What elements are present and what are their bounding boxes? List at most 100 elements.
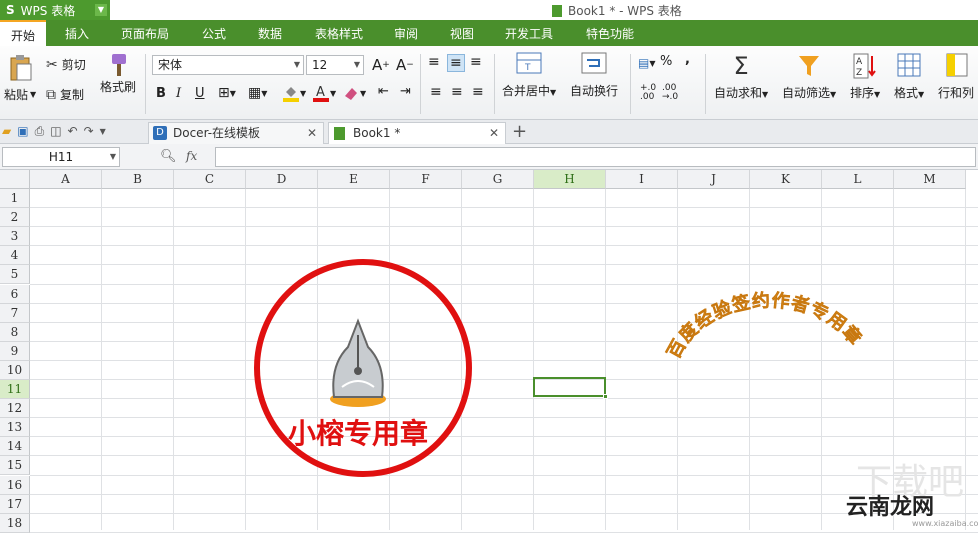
chevron-down-icon[interactable]: ▼ <box>95 4 107 16</box>
column-header-k[interactable]: K <box>750 170 822 189</box>
cut-button[interactable]: ✂ 剪切 <box>46 56 86 73</box>
row-header-11[interactable]: 11 <box>0 380 30 399</box>
increase-decimal-button[interactable]: +.0.00 <box>640 84 656 102</box>
tab-insert[interactable]: 插入 <box>52 20 102 46</box>
currency-button[interactable]: ▤ ▼ <box>638 56 656 70</box>
search-icon[interactable]: 🔍︎ <box>160 149 177 164</box>
undo-icon[interactable]: ↶ <box>68 124 78 139</box>
comma-style-button[interactable]: , <box>685 52 690 67</box>
clear-format-button[interactable]: ▼ <box>342 84 366 102</box>
autofilter-button[interactable]: 自动筛选▼ <box>782 52 836 101</box>
font-color-button[interactable]: A ▼ <box>312 84 336 102</box>
customize-chevron-icon[interactable]: ▼ <box>100 127 106 139</box>
redo-icon[interactable]: ↷ <box>84 124 94 139</box>
align-right-button[interactable]: ≡ <box>472 84 484 100</box>
row-header-8[interactable]: 8 <box>0 322 30 342</box>
close-icon[interactable]: ✕ <box>489 123 499 143</box>
copy-button[interactable]: ⧉ 复制 <box>46 86 84 103</box>
tab-docer[interactable]: D Docer-在线模板 ✕ <box>148 122 324 144</box>
row-header-1[interactable]: 1 <box>0 189 30 208</box>
tab-book1[interactable]: Book1 * ✕ <box>328 122 506 144</box>
merge-center-button[interactable]: T 合并居中▼ <box>502 52 556 99</box>
decrease-font-button[interactable]: A − <box>396 56 414 74</box>
row-header-9[interactable]: 9 <box>0 341 30 361</box>
row-header-14[interactable]: 14 <box>0 437 30 457</box>
percent-button[interactable]: % <box>660 54 672 69</box>
row-header-7[interactable]: 7 <box>0 303 30 323</box>
row-header-13[interactable]: 13 <box>0 418 30 438</box>
column-header-g[interactable]: G <box>462 170 534 189</box>
align-top-button[interactable]: ≡ <box>428 54 440 70</box>
row-header-17[interactable]: 17 <box>0 494 30 514</box>
fx-icon[interactable]: fx <box>186 149 197 163</box>
row-header-12[interactable]: 12 <box>0 399 30 419</box>
cell-style-button[interactable]: ▦ ▼ <box>248 85 267 101</box>
paste-button[interactable] <box>8 54 34 82</box>
tab-start[interactable]: 开始 <box>0 20 46 46</box>
row-header-10[interactable]: 10 <box>0 360 30 380</box>
tab-review[interactable]: 审阅 <box>382 20 430 46</box>
underline-button[interactable]: U <box>195 86 205 101</box>
row-header-6[interactable]: 6 <box>0 284 30 304</box>
column-header-e[interactable]: E <box>318 170 390 189</box>
tab-features[interactable]: 特色功能 <box>576 20 644 46</box>
tab-page-layout[interactable]: 页面布局 <box>112 20 178 46</box>
new-tab-plus-icon[interactable]: + <box>512 121 527 142</box>
select-all-corner[interactable] <box>0 170 30 189</box>
tab-developer[interactable]: 开发工具 <box>496 20 562 46</box>
close-icon[interactable]: ✕ <box>307 123 317 143</box>
tab-view[interactable]: 视图 <box>438 20 486 46</box>
align-middle-button[interactable]: ≡ <box>447 54 465 72</box>
column-header-b[interactable]: B <box>102 170 174 189</box>
row-header-4[interactable]: 4 <box>0 246 30 266</box>
column-header-f[interactable]: F <box>390 170 462 189</box>
rows-cols-button[interactable]: 行和列 <box>938 52 974 101</box>
fill-handle[interactable] <box>603 394 608 399</box>
column-header-i[interactable]: I <box>606 170 678 189</box>
format-button[interactable]: 格式▼ <box>894 52 924 101</box>
autosum-label: 自动求和 <box>714 86 763 100</box>
save-icon[interactable]: ▣ <box>17 124 28 139</box>
svg-text:百度经验签约作者专用章: 百度经验签约作者专用章 <box>663 289 866 362</box>
column-header-d[interactable]: D <box>246 170 318 189</box>
tab-data[interactable]: 数据 <box>246 20 294 46</box>
wrap-text-button[interactable]: 自动换行 <box>570 52 618 99</box>
row-header-2[interactable]: 2 <box>0 208 30 228</box>
autosum-button[interactable]: Σ 自动求和▼ <box>714 52 768 101</box>
print-preview-icon[interactable]: ◫ <box>50 124 61 139</box>
increase-font-button[interactable]: A + <box>372 56 390 74</box>
app-menu-button[interactable]: S WPS 表格 ▼ <box>0 0 110 20</box>
format-painter-button[interactable]: 格式刷 <box>100 52 136 95</box>
tab-table-style[interactable]: 表格样式 <box>304 20 374 46</box>
print-icon[interactable]: ⎙ <box>35 124 45 139</box>
font-name-select[interactable]: 宋体 ▼ <box>152 55 304 75</box>
name-box[interactable]: H11 ▼ <box>2 147 120 167</box>
tab-formula[interactable]: 公式 <box>190 20 238 46</box>
align-center-button[interactable]: ≡ <box>451 84 463 100</box>
row-header-16[interactable]: 16 <box>0 475 30 495</box>
paste-label[interactable]: 粘贴 ▼ <box>4 86 36 103</box>
column-header-a[interactable]: A <box>30 170 102 189</box>
selected-cell-h11[interactable] <box>533 377 608 399</box>
bold-button[interactable]: B <box>156 86 166 101</box>
align-left-button[interactable]: ≡ <box>430 84 442 100</box>
column-header-h[interactable]: H <box>534 170 606 189</box>
row-header-5[interactable]: 5 <box>0 265 30 285</box>
fill-color-button[interactable]: ▼ <box>282 84 306 102</box>
open-folder-icon[interactable]: ▰ <box>2 124 11 139</box>
formula-input[interactable] <box>215 147 976 167</box>
row-header-3[interactable]: 3 <box>0 227 30 247</box>
column-header-m[interactable]: M <box>894 170 966 189</box>
italic-button[interactable]: I <box>176 86 181 101</box>
align-bottom-button[interactable]: ≡ <box>470 54 482 70</box>
column-header-j[interactable]: J <box>678 170 750 189</box>
font-size-select[interactable]: 12 ▼ <box>306 55 364 75</box>
decrease-decimal-button[interactable]: .00 →.0 <box>662 84 678 102</box>
border-button[interactable]: ⊞ ▼ <box>218 85 236 101</box>
indent-decrease-button[interactable]: ⇤ <box>378 84 389 99</box>
row-header-15[interactable]: 15 <box>0 456 30 476</box>
sort-button[interactable]: AZ 排序▼ <box>850 52 880 101</box>
column-header-l[interactable]: L <box>822 170 894 189</box>
column-header-c[interactable]: C <box>174 170 246 189</box>
indent-increase-button[interactable]: ⇥ <box>400 84 411 99</box>
